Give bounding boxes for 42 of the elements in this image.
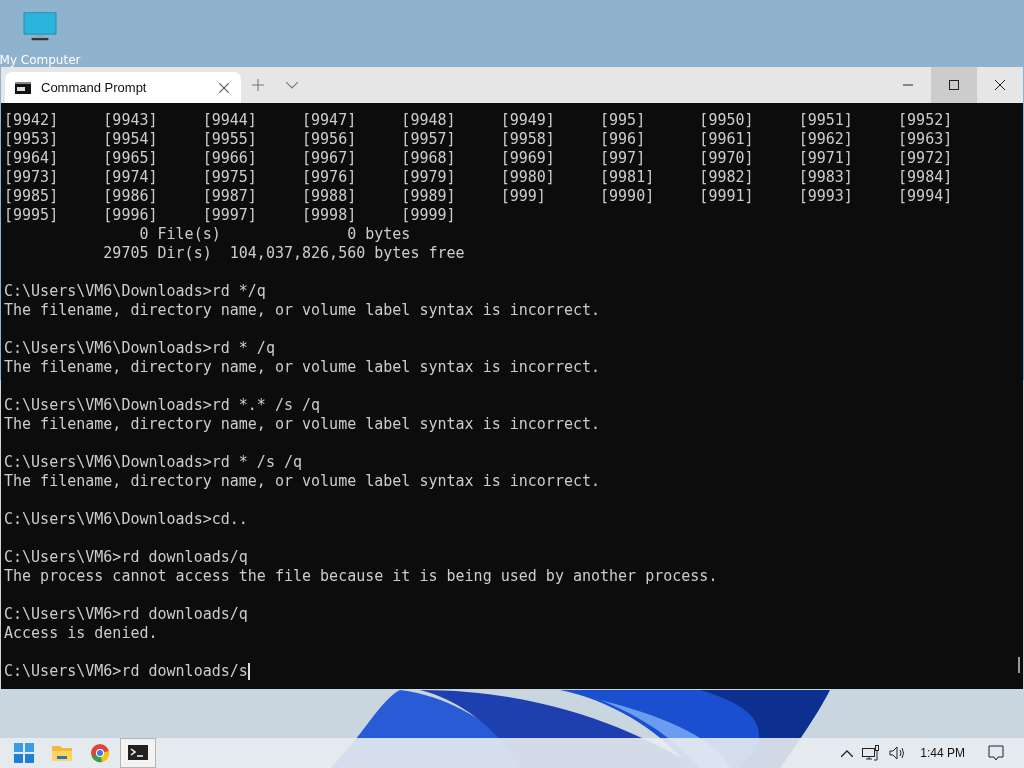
terminal-line: C:\Users\VM6\Downloads>rd * /s /q bbox=[4, 453, 302, 472]
terminal-line: [9995] [9996] [9997] [9998] [9999] bbox=[4, 206, 456, 225]
terminal-line: 29705 Dir(s) 104,037,826,560 bytes free bbox=[102, 244, 465, 263]
terminal-line: [9964] [9965] [9966] [9967] [9968] [9969] [997] [9970] [9971] [9972] bbox=[4, 149, 953, 168]
terminal-line: C:\Users\VM6\Downloads>rd * /q bbox=[4, 339, 275, 358]
terminal-line: The filename, directory name, or volume label syntax is incorrect. bbox=[4, 358, 601, 377]
terminal-line: C:\Users\VM6>rd downloads/s bbox=[4, 662, 248, 681]
terminal-line: C:\Users\VM6>rd downloads/q bbox=[4, 548, 248, 567]
terminal-line: The filename, directory name, or volume label syntax is incorrect. bbox=[4, 415, 601, 434]
browser-icon bbox=[90, 743, 110, 763]
terminal-line: C:\Users\VM6\Downloads>rd */q bbox=[4, 282, 266, 301]
terminal-line: Access is denied. bbox=[4, 624, 158, 643]
windows-logo-icon bbox=[14, 743, 34, 763]
terminal-icon bbox=[15, 81, 31, 94]
close-icon bbox=[995, 80, 1005, 90]
terminal-line: [9973] [9974] [9975] [9976] [9979] [9980] [9981] [9982] [9983] [9984] bbox=[4, 168, 953, 187]
chevron-down-icon bbox=[286, 81, 298, 89]
plus-icon bbox=[252, 79, 264, 91]
terminal-line: C:\Users\VM6\Downloads>rd *.* /s /q bbox=[4, 396, 321, 415]
terminal-line: The filename, directory name, or volume label syntax is incorrect. bbox=[4, 472, 601, 491]
network-icon[interactable] bbox=[862, 745, 881, 761]
terminal-line: C:\Users\VM6>rd downloads/q bbox=[4, 605, 248, 624]
terminal-button[interactable] bbox=[120, 738, 156, 768]
terminal-line: The filename, directory name, or volume label syntax is incorrect. bbox=[4, 301, 601, 320]
terminal-pane[interactable] bbox=[1, 103, 1023, 689]
terminal-line: [9985] [9986] [9987] [9988] [9989] [999] [9990] [9991] [9993] [9994] bbox=[4, 187, 953, 206]
tab[interactable]: Command Prompt bbox=[5, 72, 241, 103]
close-icon bbox=[219, 82, 229, 93]
maximize-icon bbox=[949, 80, 959, 90]
terminal-icon bbox=[128, 743, 148, 763]
chevron-up-icon[interactable] bbox=[841, 749, 854, 757]
scrollbar-thumb[interactable] bbox=[1018, 657, 1020, 673]
clock[interactable]: 1:44 PM bbox=[920, 746, 965, 760]
maximize-button[interactable] bbox=[931, 67, 977, 103]
folder-icon bbox=[52, 743, 72, 763]
terminal-line: [9942] [9943] [9944] [9947] [9948] [9949] [995] [9950] [9951] [9952] bbox=[4, 111, 953, 130]
notification-icon[interactable] bbox=[988, 745, 1004, 761]
terminal-line: [9953] [9954] [9955] [9956] [9957] [9958] [996] [9961] [9962] [9963] bbox=[4, 130, 953, 149]
terminal-line: 0 File(s) 0 bytes bbox=[138, 225, 411, 244]
terminal-line: The process cannot access the file because it is being used by another process. bbox=[4, 567, 718, 586]
icon-label: My Computer bbox=[0, 53, 81, 67]
terminal-line: C:\Users\VM6\Downloads>cd.. bbox=[4, 510, 248, 529]
